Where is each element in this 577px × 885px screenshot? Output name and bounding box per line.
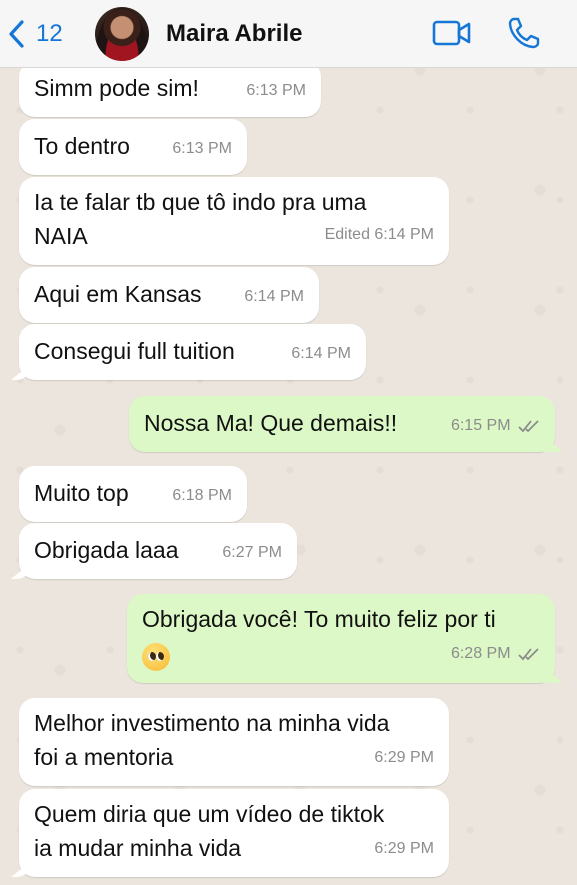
message-bubble-incoming[interactable]: Melhor investimento na minha vida 6:29 P…: [19, 698, 449, 786]
contact-name[interactable]: Maira Abrile: [166, 20, 303, 48]
message-text: Obrigada você! To muito feliz por ti: [142, 606, 496, 632]
message-text: Muito top: [34, 480, 129, 506]
message-time: 6:28 PM: [450, 645, 511, 662]
message-bubble-incoming[interactable]: 6:27 PM Obrigada laaa: [19, 523, 297, 579]
message-bubble-incoming[interactable]: 6:13 PM To dentro: [19, 119, 247, 175]
phone-icon: [508, 17, 540, 49]
pleading-face-emoji: [142, 642, 170, 671]
message-bubble-incoming[interactable]: 6:13 PM Simm pode sim!: [19, 61, 321, 117]
video-camera-icon: [432, 20, 471, 46]
message-bubble-incoming[interactable]: 6:14 PM Aqui em Kansas: [19, 267, 319, 323]
back-button[interactable]: 12: [6, 14, 84, 54]
double-check-icon: [518, 648, 539, 661]
message-meta: 6:28 PM: [451, 644, 540, 664]
message-bubble-incoming[interactable]: Ia te falar tb que tô indo pra uma Edite…: [19, 177, 449, 265]
video-call-button[interactable]: [432, 16, 472, 50]
message-time: 6:29 PM: [374, 749, 434, 766]
message-text-line: Quem diria que um vídeo de tiktok: [34, 801, 385, 827]
chevron-left-icon: [9, 20, 24, 48]
message-bubble-outgoing[interactable]: 6:15 PM Nossa Ma! Que demais!!: [129, 396, 555, 452]
message-text: Nossa Ma! Que demais!!: [144, 410, 398, 436]
message-text-line: Ia te falar tb que tô indo pra uma: [34, 189, 367, 215]
message-text: Consegui full tuition: [34, 338, 235, 364]
unread-count: 12: [36, 20, 63, 47]
double-check-icon: [518, 420, 539, 433]
message-text: Aqui em Kansas: [34, 281, 202, 307]
message-text: To dentro: [34, 133, 130, 159]
message-text-line: Melhor investimento na minha vida: [34, 710, 390, 736]
message-time: 6:29 PM: [374, 840, 434, 857]
message-meta: 6:15 PM: [451, 416, 540, 436]
message-time: 6:14 PM: [244, 288, 304, 305]
message-time: 6:14 PM: [291, 345, 351, 362]
message-time: 6:18 PM: [172, 487, 232, 504]
message-bubble-outgoing[interactable]: Obrigada você! To muito feliz por ti 6:2…: [127, 594, 555, 683]
message-text: Obrigada laaa: [34, 537, 179, 563]
message-text-line: foi a mentoria: [34, 744, 174, 770]
message-text-line: NAIA: [34, 223, 88, 249]
message-time: 6:13 PM: [172, 140, 232, 157]
message-bubble-incoming[interactable]: 6:14 PM Consegui full tuition: [19, 324, 366, 380]
message-text: Simm pode sim!: [34, 75, 199, 101]
message-time: 6:13 PM: [246, 82, 306, 99]
message-time: Edited 6:14 PM: [324, 226, 434, 243]
avatar[interactable]: [95, 7, 149, 61]
message-text-line: ia mudar minha vida: [34, 835, 242, 861]
message-time: 6:27 PM: [222, 544, 282, 561]
message-bubble-incoming[interactable]: 6:18 PM Muito top: [19, 466, 247, 522]
chat-header: 12 Maira Abrile: [0, 0, 577, 68]
voice-call-button[interactable]: [507, 16, 541, 50]
message-time: 6:15 PM: [450, 417, 511, 434]
message-bubble-incoming[interactable]: Quem diria que um vídeo de tiktok 6:29 P…: [19, 789, 449, 877]
